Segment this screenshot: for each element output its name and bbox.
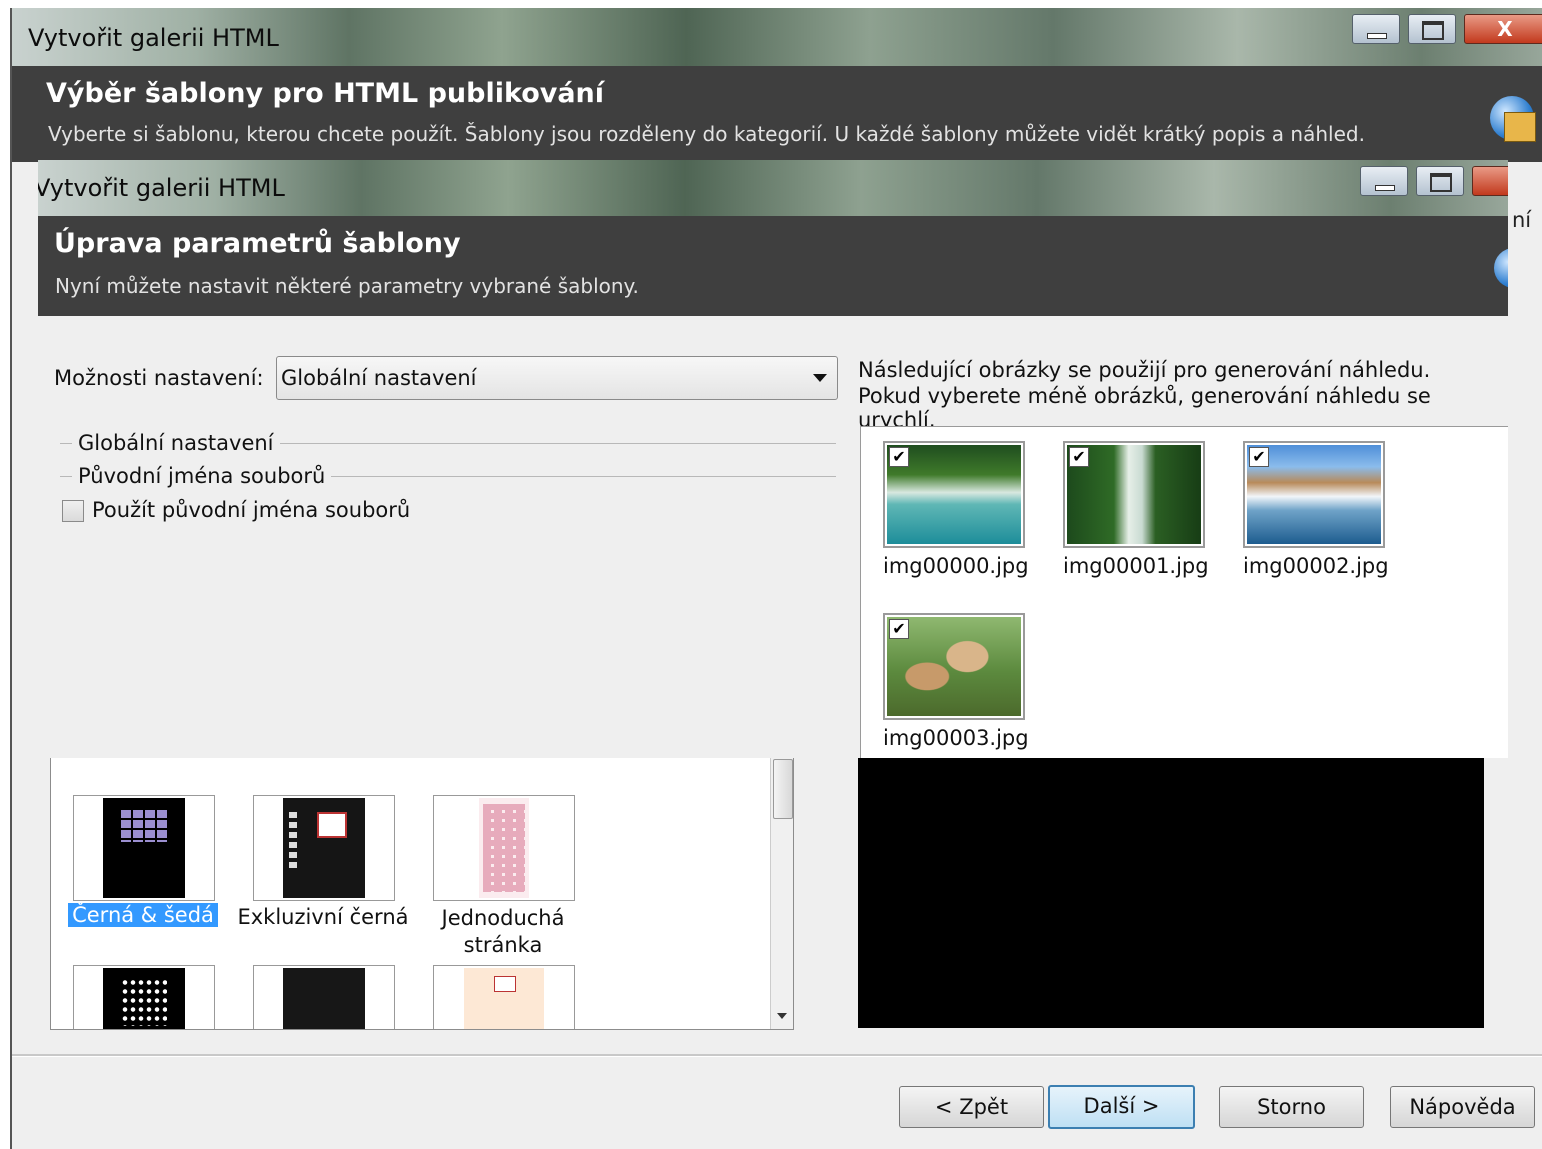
image-thumbnail[interactable]: ✔ xyxy=(1243,441,1385,548)
inner-header-title: Úprava parametrů šablony xyxy=(54,228,461,259)
outer-maximize-button[interactable] xyxy=(1408,14,1456,44)
settings-label: Možnosti nastavení: xyxy=(54,366,264,390)
outer-title-bar[interactable]: Vytvořit galerii HTML X xyxy=(12,8,1542,66)
outer-header: Výběr šablony pro HTML publikování Vyber… xyxy=(12,66,1542,162)
globe-icon xyxy=(1490,96,1536,142)
inner-title-bar[interactable]: Vytvořit galerii HTML xyxy=(38,160,1508,216)
image-checkbox[interactable]: ✔ xyxy=(1249,447,1269,467)
original-filenames-label[interactable]: Použít původní jména souborů xyxy=(92,498,410,522)
image-item[interactable]: ✔ img00000.jpg xyxy=(883,441,1029,578)
outer-close-button[interactable]: X xyxy=(1464,14,1542,44)
image-name: img00001.jpg xyxy=(1063,554,1209,578)
cancel-button[interactable]: Storno xyxy=(1219,1086,1364,1128)
image-item[interactable]: ✔ img00002.jpg xyxy=(1243,441,1389,578)
template-name-black-gray[interactable]: Černá & šedá xyxy=(53,903,233,927)
globe-icon xyxy=(1494,248,1508,288)
button-separator xyxy=(12,1054,1542,1057)
outer-peek-text: ní xyxy=(1512,208,1532,232)
inner-window: Vytvořit galerii HTML Úprava parametrů š… xyxy=(38,160,1508,758)
template-thumb-simple-page[interactable] xyxy=(433,795,575,901)
image-thumbnail[interactable]: ✔ xyxy=(883,613,1025,720)
template-thumb-black-gray[interactable] xyxy=(73,795,215,901)
inner-close-button[interactable] xyxy=(1472,166,1508,196)
template-thumb-row2-b[interactable] xyxy=(253,965,395,1029)
image-checkbox[interactable]: ✔ xyxy=(889,619,909,639)
template-thumb-exclusive-black[interactable] xyxy=(253,795,395,901)
image-item[interactable]: ✔ img00003.jpg xyxy=(883,613,1029,750)
template-thumb-row2-a[interactable] xyxy=(73,965,215,1029)
help-button[interactable]: Nápověda xyxy=(1390,1086,1535,1128)
image-thumbnail[interactable]: ✔ xyxy=(883,441,1025,548)
inner-minimize-button[interactable] xyxy=(1360,166,1408,196)
inner-window-title: Vytvořit galerii HTML xyxy=(38,174,285,202)
image-checkbox[interactable]: ✔ xyxy=(1069,447,1089,467)
template-list[interactable]: Černá & šedá Exkluzivní černá Jednoduchá… xyxy=(50,756,794,1030)
original-filenames-checkbox[interactable] xyxy=(62,500,84,522)
preview-info-line1: Následující obrázky se použijí pro gener… xyxy=(858,358,1431,382)
image-list[interactable]: ✔ img00000.jpg ✔ img00001.jpg ✔ img00002… xyxy=(860,426,1508,758)
image-thumbnail[interactable]: ✔ xyxy=(1063,441,1205,548)
template-name-exclusive-black[interactable]: Exkluzivní černá xyxy=(233,905,413,929)
image-checkbox[interactable]: ✔ xyxy=(889,447,909,467)
close-icon: X xyxy=(1497,17,1513,41)
outer-window-title: Vytvořit galerii HTML xyxy=(28,24,279,52)
inner-header-subtitle: Nyní můžete nastavit některé parametry v… xyxy=(55,274,639,298)
image-item[interactable]: ✔ img00001.jpg xyxy=(1063,441,1209,578)
back-button[interactable]: < Zpět xyxy=(899,1086,1044,1128)
template-name-simple-page[interactable]: Jednoduchá stránka xyxy=(413,905,593,959)
inner-header: Úprava parametrů šablony Nyní můžete nas… xyxy=(38,216,1508,316)
template-label-selected: Černá & šedá xyxy=(68,903,218,927)
template-list-scrollbar[interactable] xyxy=(770,757,793,1029)
outer-header-title: Výběr šablony pro HTML publikování xyxy=(46,78,605,109)
image-name: img00002.jpg xyxy=(1243,554,1389,578)
group-global-title: Globální nastavení xyxy=(72,431,280,455)
chevron-down-icon xyxy=(813,374,827,382)
outer-minimize-button[interactable] xyxy=(1352,14,1400,44)
outer-header-subtitle: Vyberte si šablonu, kterou chcete použít… xyxy=(48,122,1365,146)
image-name: img00003.jpg xyxy=(883,726,1029,750)
template-thumb-row2-c[interactable] xyxy=(433,965,575,1029)
scrollbar-thumb[interactable] xyxy=(773,759,793,819)
image-name: img00000.jpg xyxy=(883,554,1029,578)
next-button[interactable]: Další > xyxy=(1048,1085,1195,1129)
settings-dropdown[interactable]: Globální nastavení xyxy=(276,356,838,400)
preview-info-line2: Pokud vyberete méně obrázků, generování … xyxy=(858,384,1431,432)
group-filenames-title: Původní jména souborů xyxy=(72,464,332,488)
scroll-down-arrow-icon[interactable] xyxy=(777,1013,787,1019)
inner-maximize-button[interactable] xyxy=(1416,166,1464,196)
settings-dropdown-value: Globální nastavení xyxy=(281,366,477,390)
template-preview xyxy=(858,756,1484,1028)
